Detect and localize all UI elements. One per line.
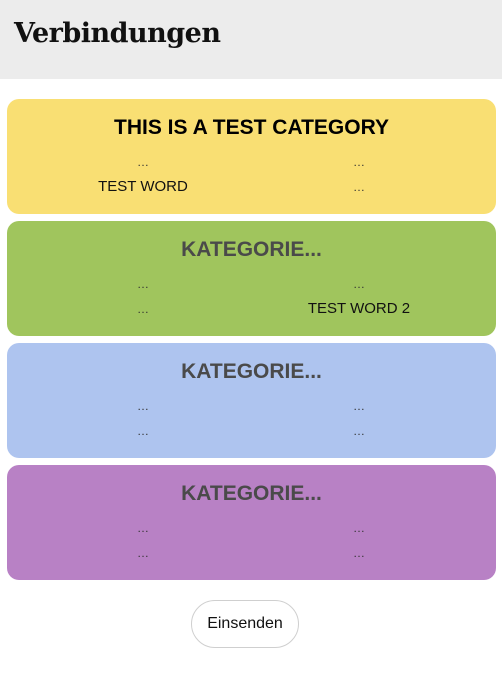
word-slot[interactable]: TEST WORD 2 (237, 300, 481, 318)
category-card-4[interactable]: KATEGORIE... … … … … (7, 465, 496, 580)
word-slot[interactable]: … (237, 519, 481, 537)
word-slot[interactable]: … (21, 300, 265, 318)
category-title: KATEGORIE... (181, 360, 322, 383)
word-slot[interactable]: … (237, 275, 481, 293)
category-title: KATEGORIE... (181, 238, 322, 261)
word-slot[interactable]: … (21, 275, 265, 293)
word-slot[interactable]: … (237, 178, 481, 196)
word-slot[interactable]: … (21, 397, 265, 415)
app-header: Verbindungen (0, 0, 502, 79)
category-card-2[interactable]: KATEGORIE... … … … TEST WORD 2 (7, 221, 496, 336)
submit-button[interactable]: Einsenden (191, 600, 299, 648)
word-slot[interactable]: … (21, 422, 265, 440)
word-slot[interactable]: … (21, 544, 265, 562)
category-title: THIS IS A TEST CATEGORY (114, 116, 389, 139)
category-title: KATEGORIE... (181, 482, 322, 505)
word-slot[interactable]: TEST WORD (21, 178, 265, 196)
category-card-3[interactable]: KATEGORIE... … … … … (7, 343, 496, 458)
word-slot[interactable]: … (237, 544, 481, 562)
word-slot[interactable]: … (237, 422, 481, 440)
page-title: Verbindungen (14, 18, 221, 49)
word-slot[interactable]: … (237, 397, 481, 415)
category-card-1[interactable]: THIS IS A TEST CATEGORY … … TEST WORD … (7, 99, 496, 214)
word-slot[interactable]: … (21, 153, 265, 171)
word-slot[interactable]: … (21, 519, 265, 537)
word-slot[interactable]: … (237, 153, 481, 171)
